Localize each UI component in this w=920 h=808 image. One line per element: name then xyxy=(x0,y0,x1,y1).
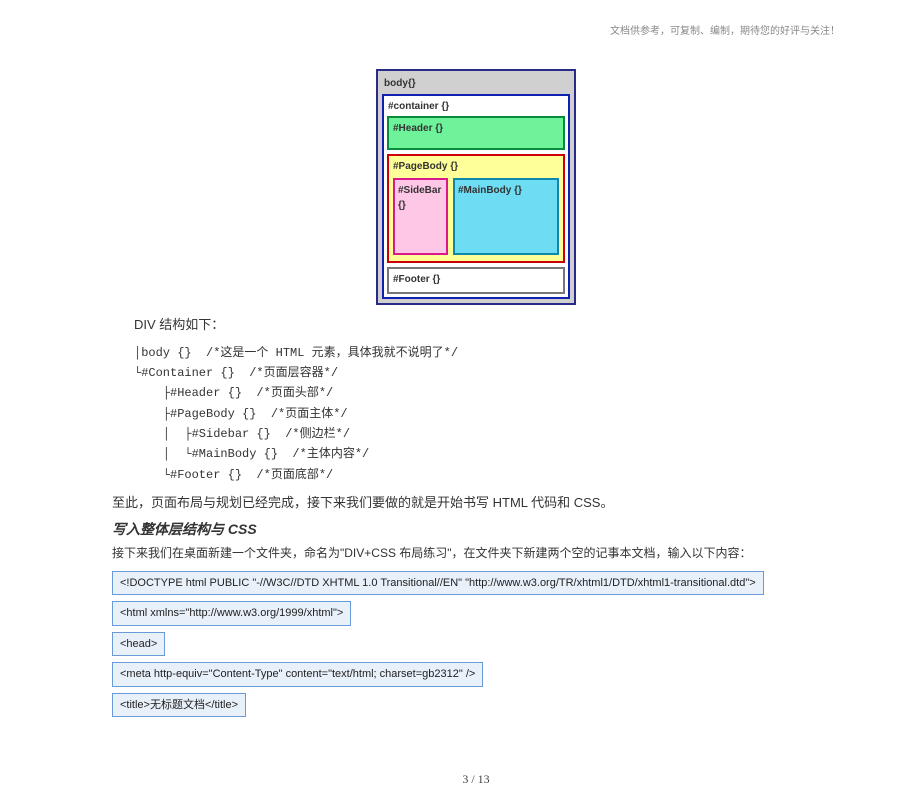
diagram-body-label: body{} xyxy=(382,75,570,94)
diagram-container-label: #container {} xyxy=(387,99,565,116)
diagram-mainbody: #MainBody {} xyxy=(453,178,559,255)
header-note: 文档供参考，可复制、编制，期待您的好评与关注！ xyxy=(112,24,840,39)
diagram-sidebar: #SideBar {} xyxy=(393,178,448,255)
div-structure-text: │body {} /*这是一个 HTML 元素，具体我就不说明了*/ └#Con… xyxy=(134,343,840,486)
code-line: <title>无标题文档</title> xyxy=(112,693,246,718)
diagram-pagebody-label: #PageBody {} xyxy=(393,159,559,178)
layout-diagram: body{} #container {} #Header {} #PageBod… xyxy=(112,69,840,305)
code-line: <head> xyxy=(112,632,165,657)
code-block: <!DOCTYPE html PUBLIC "-//W3C//DTD XHTML… xyxy=(112,568,840,721)
page-number: 3 / 13 xyxy=(112,770,840,788)
code-line: <html xmlns="http://www.w3.org/1999/xhtm… xyxy=(112,601,351,626)
diagram-footer: #Footer {} xyxy=(387,267,565,294)
paragraph-2: 接下来我们在桌面新建一个文件夹，命名为"DIV+CSS 布局练习"，在文件夹下新… xyxy=(112,544,840,562)
section-heading: 写入整体层结构与 CSS xyxy=(112,519,840,540)
diagram-pagebody: #PageBody {} #SideBar {} #MainBody {} xyxy=(387,154,565,263)
structure-title: DIV 结构如下： xyxy=(134,315,840,335)
diagram-header: #Header {} xyxy=(387,116,565,150)
paragraph-1: 至此，页面布局与规划已经完成，接下来我们要做的就是开始书写 HTML 代码和 C… xyxy=(112,493,840,513)
code-line: <!DOCTYPE html PUBLIC "-//W3C//DTD XHTML… xyxy=(112,571,764,596)
code-line: <meta http-equiv="Content-Type" content=… xyxy=(112,662,483,687)
diagram-container: #container {} #Header {} #PageBody {} #S… xyxy=(382,94,570,299)
